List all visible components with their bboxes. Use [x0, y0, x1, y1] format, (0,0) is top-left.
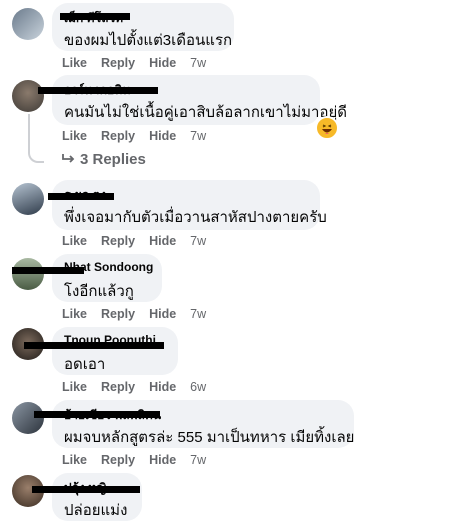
comment-actions: Like Reply Hide 7w — [62, 129, 220, 143]
hide-button[interactable]: Hide — [149, 234, 176, 248]
redaction-bar — [48, 193, 114, 200]
view-replies-link[interactable]: 3 Replies — [62, 151, 146, 168]
reply-button[interactable]: Reply — [101, 453, 135, 467]
comment-bubble: ธ ผล ตง พึ่งเจอมากับตัวเมื่อวานสาหัสปางต… — [48, 180, 327, 230]
comment-text: ของผมไปตั้งแต่3เดือนแรก — [64, 32, 233, 49]
hide-button[interactable]: Hide — [149, 56, 176, 70]
comment-bubble: Tnoun Poonuthi อดเอา — [24, 327, 178, 375]
reply-button[interactable]: Reply — [101, 307, 135, 321]
comment-time[interactable]: 7w — [190, 234, 206, 248]
comment-time[interactable]: 7w — [190, 307, 206, 321]
thread-line — [28, 114, 30, 151]
avatar[interactable] — [12, 402, 44, 434]
laughing-emoji-icon[interactable] — [315, 116, 339, 140]
redaction-bar — [34, 411, 160, 418]
comment-bubble: ปกุ้ง หญิ ปล่อยแม่ง — [32, 473, 142, 521]
hide-button[interactable]: Hide — [149, 453, 176, 467]
like-button[interactable]: Like — [62, 56, 87, 70]
comment-text: พึ่งเจอมากับตัวเมื่อวานสาหัสปางตายครับ — [64, 209, 327, 226]
redaction-bar — [60, 13, 130, 20]
comment-time[interactable]: 6w — [190, 380, 206, 394]
comment-bubble: อ้ายเชียว พลพลิคน ผมจบหลักสูตรล่ะ 555 มา… — [34, 400, 355, 448]
reply-button[interactable]: Reply — [101, 56, 135, 70]
comment-text: อดเอา — [64, 356, 106, 373]
redaction-bar — [32, 486, 140, 493]
comment-text: ผมจบหลักสูตรล่ะ 555 มาเป็นทหาร เมียทิ้งเ… — [64, 429, 355, 446]
comment-time[interactable]: 7w — [190, 56, 206, 70]
hide-button[interactable]: Hide — [149, 129, 176, 143]
redaction-bar — [24, 342, 164, 349]
like-button[interactable]: Like — [62, 129, 87, 143]
comment-actions: Like Reply Hide 7w — [62, 234, 220, 248]
like-button[interactable]: Like — [62, 380, 87, 394]
avatar[interactable] — [12, 8, 44, 40]
redaction-bar — [12, 267, 84, 274]
comment-actions: Like Reply Hide 7w — [62, 56, 220, 70]
hide-button[interactable]: Hide — [149, 307, 176, 321]
reply-arrow-icon — [62, 151, 76, 168]
comment-bubble: อาร์ท เกอนิน คนมันไม่ใช่เนื้อคู่เอาสิบล้… — [38, 75, 347, 125]
like-button[interactable]: Like — [62, 307, 87, 321]
avatar[interactable] — [12, 258, 44, 290]
comment-time[interactable]: 7w — [190, 129, 206, 143]
comment-text: ปล่อยแม่ง — [64, 502, 128, 519]
avatar[interactable] — [12, 183, 44, 215]
replies-count-label: 3 Replies — [80, 151, 146, 168]
comment-bubble: Nhat Sondoong โงอีกแล้วกู — [12, 254, 162, 302]
like-button[interactable]: Like — [62, 234, 87, 248]
comment-actions: Like Reply Hide 7w — [62, 453, 220, 467]
redaction-bar — [38, 87, 158, 94]
reply-button[interactable]: Reply — [101, 234, 135, 248]
reply-button[interactable]: Reply — [101, 380, 135, 394]
comment-text: โงอีกแล้วกู — [64, 283, 134, 300]
comment-time[interactable]: 7w — [190, 453, 206, 467]
comment-bubble: เม็ก คีโลวท ของผมไปตั้งแต่3เดือนแรก — [52, 3, 234, 51]
like-button[interactable]: Like — [62, 453, 87, 467]
thread-connector — [28, 149, 44, 163]
comment-text: คนมันไม่ใช่เนื้อคู่เอาสิบล้อลากเขาไม่มาอ… — [64, 104, 348, 121]
avatar[interactable] — [12, 80, 44, 112]
comment-actions: Like Reply Hide 7w — [62, 307, 220, 321]
reply-button[interactable]: Reply — [101, 129, 135, 143]
comment-actions: Like Reply Hide 6w — [62, 380, 220, 394]
hide-button[interactable]: Hide — [149, 380, 176, 394]
